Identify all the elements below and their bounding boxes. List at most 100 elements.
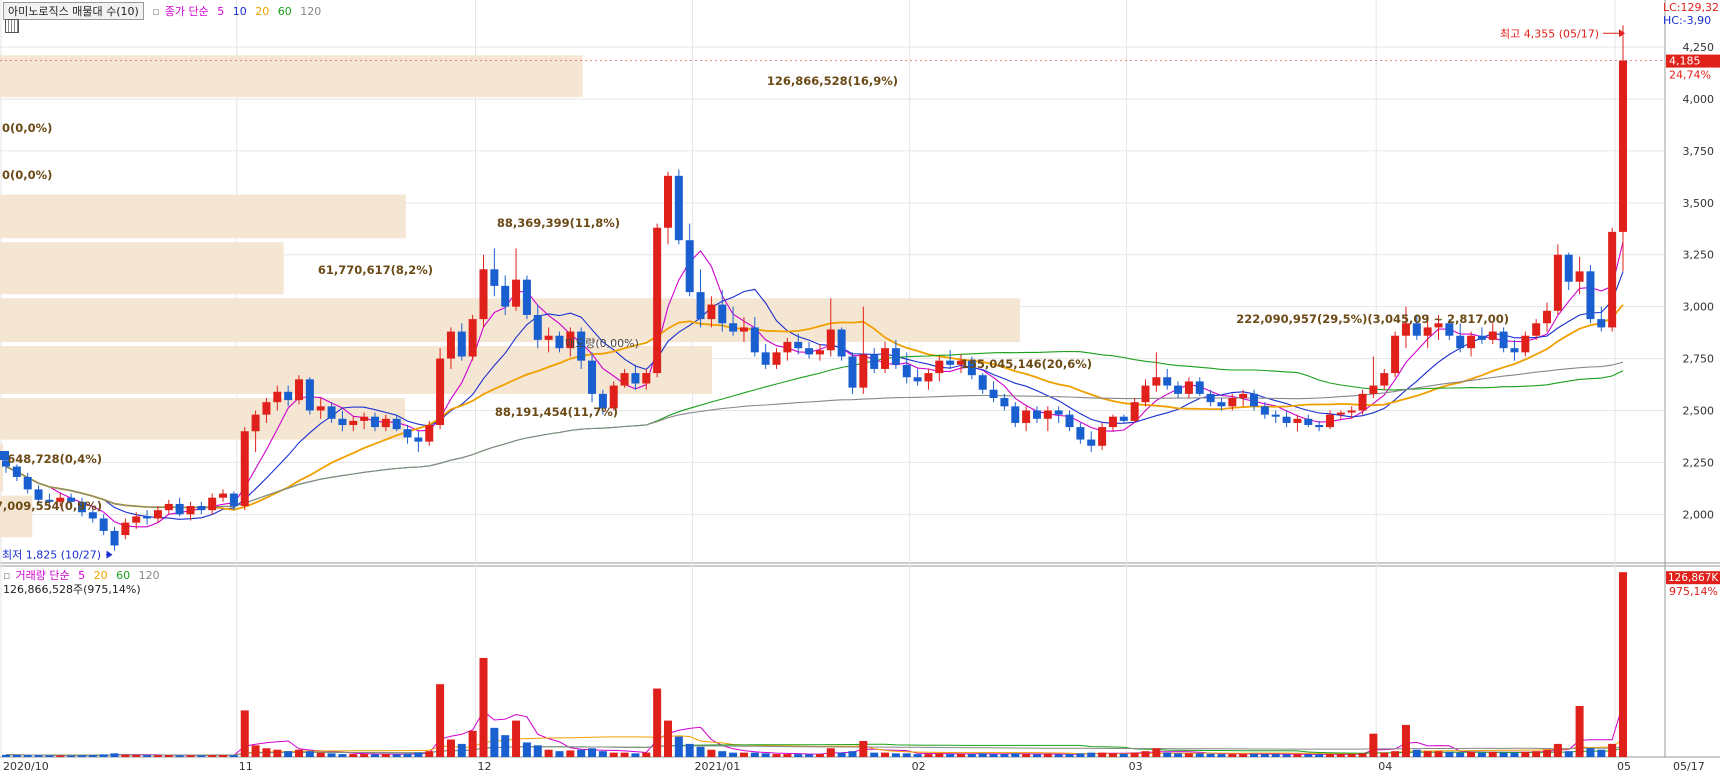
- ma-period-20: 20: [255, 5, 270, 18]
- candle-body: [1477, 335, 1486, 340]
- candle-body: [186, 506, 195, 515]
- candle-body: [1098, 427, 1107, 446]
- volume-bar: [349, 754, 358, 757]
- candle-body: [1184, 381, 1193, 394]
- volume-bar: [370, 754, 379, 757]
- price-tick-label: 4,000: [1683, 93, 1715, 106]
- volume-bar: [1391, 751, 1400, 757]
- volume-bar: [219, 754, 228, 757]
- volume-bar: [446, 739, 455, 757]
- candle-body: [273, 391, 282, 403]
- candle-body: [1260, 406, 1269, 415]
- volume-bar: [1619, 572, 1627, 757]
- volume-bar: [12, 754, 21, 757]
- volume-profile-bar: [0, 194, 406, 239]
- volume-bar: [1488, 751, 1497, 757]
- volume-bar: [305, 751, 314, 757]
- candle-body: [1391, 335, 1400, 374]
- indicator-name[interactable]: 아미노로직스 매물대 수(10): [3, 2, 144, 20]
- volume-bar: [1228, 754, 1237, 757]
- volume-bar: [1456, 752, 1465, 757]
- candle-body: [946, 360, 955, 365]
- volume-bar: [837, 752, 846, 757]
- volume-bar: [262, 748, 271, 757]
- candle: [1391, 331, 1400, 378]
- candle-body: [1325, 414, 1334, 428]
- sell-volume-note: 매도량(0,00%): [565, 337, 639, 350]
- candle-body: [1011, 406, 1020, 423]
- candle-body: [761, 352, 770, 365]
- candle-body: [783, 341, 792, 353]
- volume-bar: [338, 754, 347, 757]
- legend-marker-icon: ▫: [152, 5, 160, 18]
- volume-bar: [457, 743, 466, 757]
- candle-body: [674, 175, 683, 241]
- candle: [240, 427, 249, 511]
- candle-body: [316, 406, 325, 411]
- candle-body: [1206, 393, 1215, 403]
- price-tick-label: 2,250: [1683, 456, 1715, 469]
- volume-bar: [240, 710, 249, 757]
- candle-body: [305, 379, 314, 411]
- stock-chart[interactable]: 4,250 4,000 3,750 3,500 3,250 3,000 2,750 2,500…: [0, 0, 1720, 777]
- candle-body: [729, 323, 738, 332]
- candle-body: [1510, 348, 1519, 353]
- candle-body: [859, 354, 868, 388]
- volume-profile-label: 88,369,399(11,8%): [497, 216, 620, 230]
- candle-body: [1032, 410, 1041, 419]
- candle-body: [164, 503, 173, 511]
- volume-bar: [1336, 754, 1345, 757]
- volume-bar: [110, 753, 119, 757]
- candle-body: [1575, 271, 1584, 282]
- candle-body: [99, 518, 108, 531]
- candle-body: [1521, 335, 1530, 353]
- volume-bar: [653, 688, 662, 757]
- volume-bar: [99, 754, 108, 757]
- candle-body: [1456, 335, 1465, 349]
- volume-bar: [663, 720, 672, 757]
- candle-body: [718, 304, 727, 324]
- volume-bar: [1032, 754, 1041, 757]
- volume-bar: [284, 751, 293, 757]
- candle-body: [1532, 323, 1541, 336]
- volume-bar: [609, 752, 618, 757]
- candle-body: [1553, 254, 1562, 311]
- volume-bar: [696, 746, 705, 757]
- volume-bar: [1184, 753, 1193, 757]
- candle-body: [1586, 271, 1595, 320]
- candle-body: [1369, 385, 1378, 394]
- calculator-icon[interactable]: [5, 19, 19, 33]
- candle-body: [1119, 416, 1128, 421]
- candle-body: [663, 175, 672, 228]
- volume-profile-label: 126,866,528(16,9%): [767, 74, 898, 88]
- candle-body: [826, 329, 835, 351]
- candle: [674, 169, 683, 245]
- volume-bar: [23, 755, 32, 757]
- candle-body: [143, 516, 152, 519]
- volume-bar: [273, 749, 282, 757]
- candle-body: [327, 406, 336, 419]
- candle-body: [685, 240, 694, 293]
- candle-body: [425, 425, 434, 442]
- candle-body: [1608, 231, 1617, 328]
- candle-body: [229, 493, 238, 507]
- volume-profile-label: 0(0,0%): [2, 121, 52, 135]
- volume-bar: [1043, 754, 1052, 757]
- date-tick-label: 12: [478, 760, 492, 773]
- candle-body: [197, 506, 206, 511]
- volume-bar: [67, 755, 76, 757]
- ma-period-5: 5: [217, 5, 225, 18]
- candle-body: [989, 389, 998, 399]
- candle-body: [1336, 412, 1345, 415]
- candle-body: [457, 331, 466, 357]
- candle-body: [208, 497, 217, 511]
- volume-bar: [957, 754, 966, 757]
- volume-bar: [642, 752, 651, 757]
- volume-bar: [186, 755, 195, 757]
- volume-bar: [555, 751, 564, 757]
- volume-bar: [153, 755, 162, 757]
- candle-body: [707, 304, 716, 320]
- candle-body: [1380, 373, 1389, 386]
- volume-value: 126,866,528주(975,14%): [3, 583, 141, 596]
- volume-bar: [815, 754, 824, 757]
